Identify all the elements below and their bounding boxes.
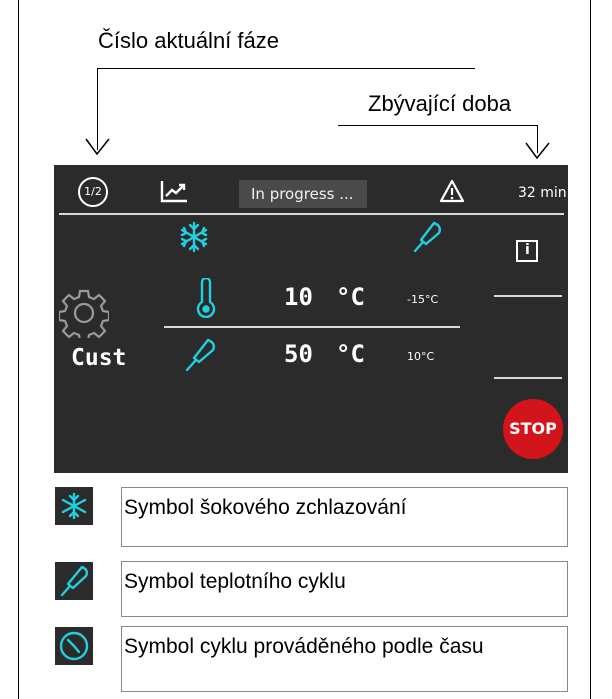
arrow-down-icon: [85, 138, 110, 156]
legend-text: Symbol šokového zchlazování: [124, 496, 407, 519]
callout-line-phase: [97, 68, 475, 69]
callout-remaining-time: Zbývající doba: [368, 91, 512, 116]
legend-icon-probe: [55, 562, 93, 600]
legend-text: Symbol cyklu prováděného podle času: [124, 635, 484, 658]
thermometer-icon: [196, 278, 216, 318]
program-name: Cust: [71, 345, 127, 371]
time-left: 32 min: [518, 185, 567, 201]
gear-icon: [59, 289, 109, 338]
warning-icon[interactable]: [439, 179, 465, 203]
status-label: In progress ...: [239, 180, 367, 208]
callout-phase-number: Číslo aktuální fáze: [98, 28, 279, 53]
legend-icon-snowflake: [55, 487, 93, 525]
info-button[interactable]: i: [516, 240, 538, 262]
legend-text: Symbol teplotního cyklu: [124, 570, 346, 593]
probe-temp-unit: °C: [336, 340, 365, 368]
probe-icon: [60, 565, 89, 597]
info-icon: i: [525, 242, 530, 258]
clock-icon: [59, 631, 89, 661]
legend-icon-clock: [55, 627, 93, 665]
probe-icon: [413, 221, 442, 253]
legend-item: Symbol šokového zchlazování: [121, 487, 568, 547]
probe-temp-value: 50: [284, 340, 313, 368]
stop-button[interactable]: STOP: [503, 399, 563, 459]
header-divider: [59, 213, 564, 215]
legend-item: Symbol cyklu prováděného podle času: [121, 626, 568, 692]
chamber-temp-unit: °C: [336, 283, 365, 311]
phase-indicator[interactable]: 1/2: [78, 177, 108, 207]
temp-divider: [164, 326, 460, 328]
arrow-down-icon: [525, 142, 550, 160]
callout-line-time: [338, 125, 538, 126]
probe-icon: [185, 338, 216, 372]
snowflake-icon: [61, 492, 87, 520]
snowflake-icon: [180, 221, 208, 253]
chamber-temp-setpoint: -15°C: [407, 293, 439, 306]
probe-temp-setpoint: 10°C: [407, 350, 435, 363]
chamber-temp-value: 10: [284, 283, 313, 311]
side-divider: [494, 377, 562, 379]
device-screen: 1/2 In progress ... 32 min i Cust 10 °C …: [54, 165, 568, 473]
chart-icon[interactable]: [159, 178, 189, 204]
side-divider: [494, 295, 562, 297]
legend-item: Symbol teplotního cyklu: [121, 561, 568, 617]
